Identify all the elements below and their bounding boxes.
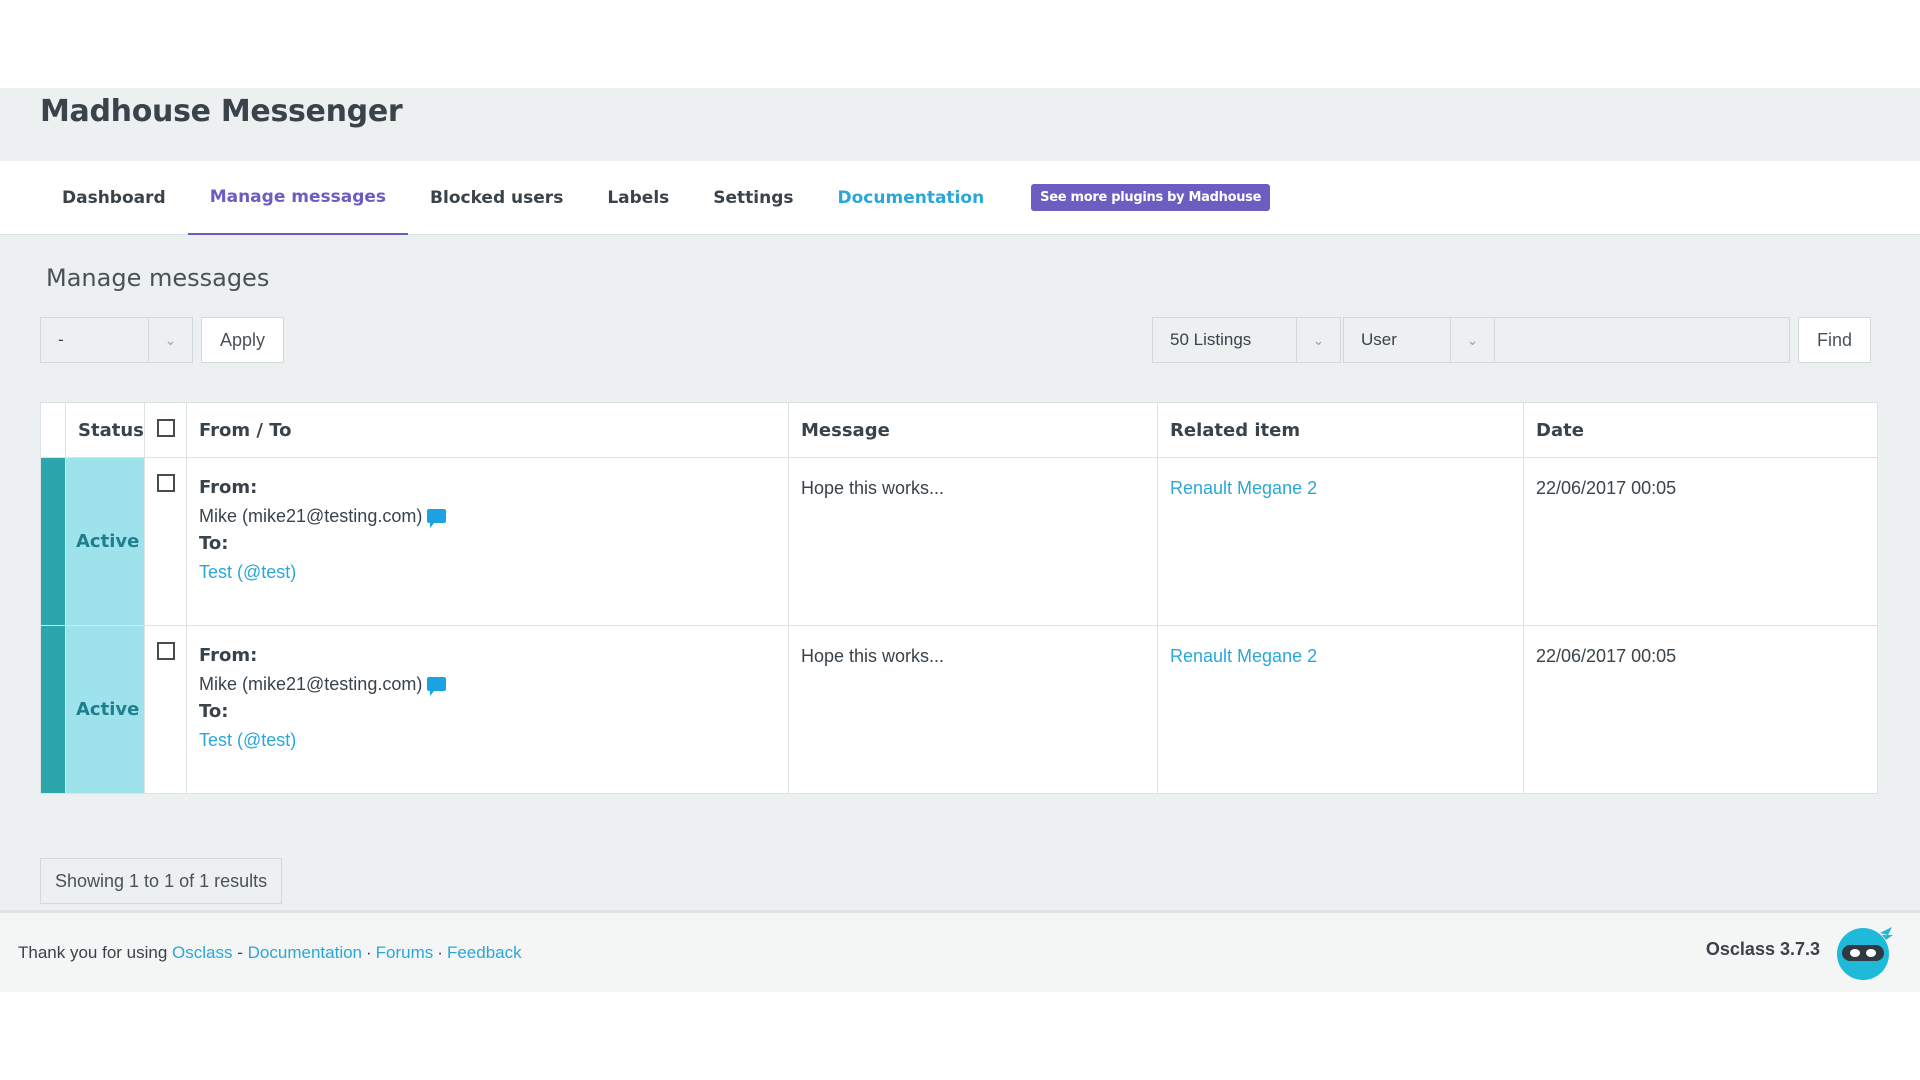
- header-from-to[interactable]: From / To: [186, 402, 789, 458]
- from-value: Mike (mike21@testing.com): [199, 674, 423, 694]
- search-type-value: User: [1361, 330, 1397, 349]
- table-row: Active From: Mike (mike21@testing.com) T…: [40, 457, 1878, 626]
- row-checkbox[interactable]: [156, 474, 175, 492]
- toolbar: - ⌄ Apply 50 Listings ⌄ User ⌄ Find: [40, 317, 1871, 363]
- to-label: To:: [199, 701, 229, 722]
- search-input[interactable]: [1495, 317, 1790, 363]
- message-text: Hope this works...: [801, 646, 945, 666]
- from-label: From:: [199, 477, 258, 498]
- message-cell: Hope this works...: [788, 625, 1158, 794]
- header-select-all: [144, 402, 187, 458]
- tab-blocked-users[interactable]: Blocked users: [408, 161, 585, 234]
- to-label: To:: [199, 533, 229, 554]
- header-related-item[interactable]: Related item: [1157, 402, 1524, 458]
- tab-dashboard[interactable]: Dashboard: [40, 161, 188, 234]
- related-item-link[interactable]: Renault Megane 2: [1170, 642, 1511, 670]
- find-button[interactable]: Find: [1798, 317, 1871, 363]
- date-text: 22/06/2017 00:05: [1536, 478, 1677, 498]
- pagination-summary: Showing 1 to 1 of 1 results: [40, 858, 283, 904]
- footer-osclass-link[interactable]: Osclass: [172, 943, 232, 963]
- from-value: Mike (mike21@testing.com): [199, 506, 423, 526]
- footer-feedback-link[interactable]: Feedback: [447, 943, 522, 963]
- to-user-link[interactable]: Test (@test): [199, 558, 776, 586]
- tab-manage-messages[interactable]: Manage messages: [187, 161, 409, 235]
- footer: Thank you for using Osclass - Documentat…: [0, 910, 1920, 992]
- from-to-cell: From: Mike (mike21@testing.com) To: Test…: [186, 625, 789, 794]
- row-status-edge: [40, 625, 66, 794]
- admin-app: Madhouse Messenger Dashboard Manage mess…: [0, 88, 1920, 992]
- related-item-cell: Renault Megane 2: [1157, 625, 1524, 794]
- page-title: Madhouse Messenger: [40, 94, 403, 129]
- status-badge: Active: [65, 625, 145, 794]
- row-checkbox[interactable]: [156, 642, 175, 660]
- osclass-version: Osclass 3.7.3: [1705, 939, 1820, 959]
- header-message[interactable]: Message: [788, 402, 1158, 458]
- tab-labels[interactable]: Labels: [585, 161, 691, 234]
- message-text: Hope this works...: [801, 478, 945, 498]
- header-edge: [40, 402, 66, 458]
- search-type-select[interactable]: User ⌄: [1343, 317, 1495, 363]
- tab-bar: Dashboard Manage messages Blocked users …: [0, 161, 1920, 235]
- table-row: Active From: Mike (mike21@testing.com) T…: [40, 625, 1878, 794]
- chat-bubble-icon[interactable]: [427, 677, 447, 696]
- footer-separator: ·: [437, 942, 443, 962]
- tab-documentation[interactable]: Documentation: [816, 161, 1007, 234]
- footer-thanks: Thank you for using: [18, 942, 168, 962]
- apply-button[interactable]: Apply: [201, 317, 284, 363]
- header-status[interactable]: Status: [65, 402, 145, 458]
- footer-dash: -: [237, 942, 243, 962]
- listings-per-page-select[interactable]: 50 Listings ⌄: [1152, 317, 1341, 363]
- select-all-checkbox[interactable]: [156, 418, 175, 437]
- chevron-down-icon: ⌄: [1450, 318, 1494, 362]
- footer-forums-link[interactable]: Forums: [376, 943, 434, 963]
- from-line: Mike (mike21@testing.com): [199, 502, 776, 530]
- more-plugins-button[interactable]: See more plugins by Madhouse: [1031, 184, 1271, 211]
- messages-table: Status From / To Message Related item Da…: [40, 402, 1878, 794]
- row-select-cell: [144, 457, 187, 626]
- chat-bubble-icon[interactable]: [427, 509, 447, 528]
- message-cell: Hope this works...: [788, 457, 1158, 626]
- from-label: From:: [199, 645, 258, 666]
- app-header: Madhouse Messenger: [0, 88, 1920, 161]
- footer-documentation-link[interactable]: Documentation: [248, 943, 362, 963]
- related-item-cell: Renault Megane 2: [1157, 457, 1524, 626]
- date-text: 22/06/2017 00:05: [1536, 646, 1677, 666]
- row-status-edge: [40, 457, 66, 626]
- tab-settings[interactable]: Settings: [691, 161, 815, 234]
- from-line: Mike (mike21@testing.com): [199, 670, 776, 698]
- status-badge: Active: [65, 457, 145, 626]
- footer-separator: ·: [366, 942, 372, 962]
- osclass-ninja-logo: [1837, 927, 1893, 980]
- chevron-down-icon: ⌄: [148, 318, 192, 362]
- row-select-cell: [144, 625, 187, 794]
- chevron-down-icon: ⌄: [1296, 318, 1340, 362]
- section-title: Manage messages: [46, 264, 270, 292]
- to-user-link[interactable]: Test (@test): [199, 726, 776, 754]
- bulk-action-select[interactable]: - ⌄: [40, 317, 193, 363]
- related-item-link[interactable]: Renault Megane 2: [1170, 474, 1511, 502]
- listings-per-page-value: 50 Listings: [1170, 330, 1252, 349]
- bulk-action-value: -: [58, 330, 64, 349]
- date-cell: 22/06/2017 00:05: [1523, 625, 1878, 794]
- header-date[interactable]: Date: [1523, 402, 1878, 458]
- from-to-cell: From: Mike (mike21@testing.com) To: Test…: [186, 457, 789, 626]
- table-header-row: Status From / To Message Related item Da…: [40, 402, 1878, 458]
- date-cell: 22/06/2017 00:05: [1523, 457, 1878, 626]
